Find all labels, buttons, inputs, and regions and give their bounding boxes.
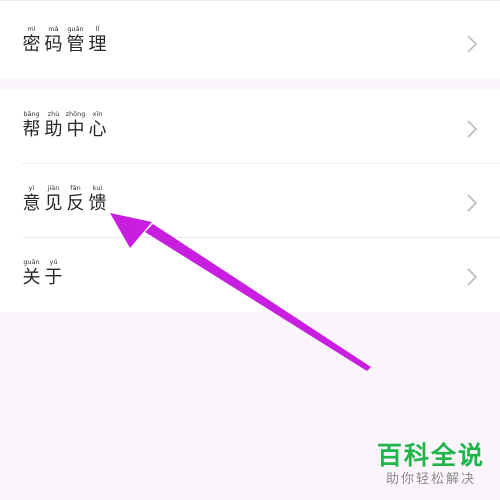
label-char: jiàn 见: [44, 184, 63, 214]
pinyin: mǎ: [48, 25, 59, 33]
pinyin: fǎn: [70, 184, 81, 192]
settings-card-bottom: bāng 帮 zhù 助 zhōng 中 xīn 心 yì 意 jiàn 见 fǎn 反 ku…: [0, 90, 500, 312]
menu-item-label: guān 关 yú 于: [22, 258, 63, 289]
chevron-right-icon: [467, 194, 478, 212]
pinyin: zhōng: [65, 110, 86, 118]
label-char: bāng 帮: [22, 110, 41, 140]
pinyin: zhù: [47, 110, 60, 118]
pinyin: mì: [27, 25, 36, 33]
watermark-subtitle: 助你轻松解决: [385, 472, 476, 487]
pinyin: yì: [28, 184, 35, 192]
label-char: mǎ 码: [44, 25, 63, 55]
label-char: yì 意: [22, 184, 41, 214]
pinyin: kuì: [92, 184, 103, 192]
menu-item-about[interactable]: guān 关 yú 于: [22, 238, 500, 312]
menu-item-label: mì 密 mǎ 码 guǎn 管 lǐ 理: [22, 25, 107, 56]
pinyin: lǐ: [95, 25, 100, 33]
settings-card-top: mì 密 mǎ 码 guǎn 管 lǐ 理: [0, 0, 500, 78]
pinyin: bāng: [23, 110, 40, 118]
label-char: mì 密: [22, 25, 41, 55]
chevron-right-icon: [467, 35, 478, 53]
menu-item-feedback[interactable]: yì 意 jiàn 见 fǎn 反 kuì 馈: [22, 164, 500, 238]
label-char: yú 于: [44, 258, 63, 288]
label-char: kuì 馈: [88, 184, 107, 214]
pinyin: guǎn: [67, 25, 84, 33]
label-char: guān 关: [22, 258, 41, 288]
chevron-right-icon: [467, 268, 478, 286]
menu-item-help-center[interactable]: bāng 帮 zhù 助 zhōng 中 xīn 心: [22, 90, 500, 164]
label-char: zhōng 中: [65, 110, 86, 140]
label-char: xīn 心: [88, 110, 107, 140]
label-char: fǎn 反: [66, 184, 85, 214]
menu-item-label: bāng 帮 zhù 助 zhōng 中 xīn 心: [22, 110, 107, 141]
pinyin: yú: [49, 258, 58, 266]
label-char: zhù 助: [44, 110, 63, 140]
watermark-title: 百科全说: [376, 441, 485, 470]
watermark-logo: 百科全说 助你轻松解决: [372, 441, 490, 489]
pinyin: xīn: [92, 110, 103, 118]
menu-item-label: yì 意 jiàn 见 fǎn 反 kuì 馈: [22, 184, 107, 215]
label-char: guǎn 管: [66, 25, 85, 55]
pinyin: guān: [23, 258, 40, 266]
label-char: lǐ 理: [88, 25, 107, 55]
menu-item-password-management[interactable]: mì 密 mǎ 码 guǎn 管 lǐ 理: [22, 5, 500, 79]
pinyin: jiàn: [47, 184, 60, 192]
chevron-right-icon: [467, 120, 478, 138]
